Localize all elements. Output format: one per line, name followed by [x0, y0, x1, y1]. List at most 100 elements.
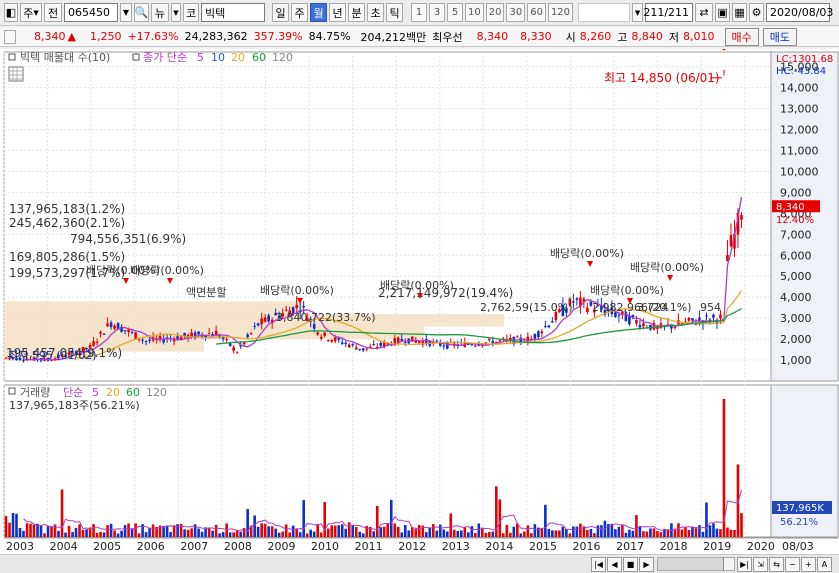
volume-bar	[715, 528, 719, 537]
interval-120[interactable]: 120	[547, 3, 574, 22]
interval-dropdown-icon[interactable]: ▼	[632, 3, 644, 22]
tab-month[interactable]: 월	[310, 3, 327, 22]
zoom-out-icon[interactable]: −	[785, 556, 800, 572]
gear-icon[interactable]: ⚙	[749, 3, 765, 22]
time-axis-label: 2005	[93, 540, 121, 553]
volume-bar	[302, 500, 305, 537]
save-icon[interactable]: ▣	[715, 3, 731, 22]
sell-button[interactable]: 매도	[762, 27, 798, 46]
buy-button[interactable]: 매수	[724, 27, 759, 46]
stock-name-field[interactable]: 빅텍	[201, 3, 265, 22]
interval-3[interactable]: 3	[429, 3, 445, 22]
volume-bar	[95, 532, 99, 537]
volume-bar	[337, 525, 341, 537]
scroll-stop-icon[interactable]: ■	[623, 556, 638, 572]
price-axis-label: 6,000	[780, 249, 812, 262]
interval-30[interactable]: 30	[506, 3, 526, 22]
compare-icon[interactable]: ⇆	[769, 556, 784, 572]
current-price-tag-text: 8,340	[776, 202, 805, 213]
volume-bar	[701, 531, 705, 537]
interval-10[interactable]: 10	[465, 3, 484, 22]
interval-1[interactable]: 1	[411, 3, 427, 22]
candle-body	[221, 337, 225, 340]
volume-bar	[225, 523, 228, 537]
split-marker-label: 액면분할	[186, 286, 226, 299]
candle-body	[323, 332, 327, 336]
tab-second[interactable]: 초	[367, 3, 384, 22]
candle-body	[687, 317, 691, 321]
candle-body	[488, 339, 491, 341]
tab-year[interactable]: 년	[329, 3, 346, 22]
grid-icon[interactable]: ▦	[732, 3, 748, 22]
link-icon[interactable]: ⇄	[695, 3, 714, 22]
turnover-rate: 84.75%	[308, 30, 351, 43]
volume-bar	[81, 529, 85, 537]
profile-label: 794,556,351(6.9%)	[70, 232, 186, 246]
overlay-label: 954	[700, 301, 721, 314]
price-axis-label: 15,000	[780, 61, 819, 74]
menu-button[interactable]: 주 ▼	[20, 3, 42, 22]
interval-20[interactable]: 20	[485, 3, 505, 22]
tab-day[interactable]: 일	[272, 3, 289, 22]
volume-bar	[281, 531, 284, 537]
candle-body	[635, 319, 638, 324]
time-axis-label: 2017	[616, 540, 644, 553]
overlay-label: 3,724	[637, 301, 669, 314]
code-dropdown-icon[interactable]: ▼	[120, 3, 132, 22]
volume-bar	[561, 526, 565, 537]
news-button[interactable]: 뉴	[151, 3, 169, 22]
interval-5[interactable]: 5	[447, 3, 463, 22]
candle-body	[691, 318, 694, 321]
scroll-next-icon[interactable]: ▶	[639, 556, 654, 572]
custom-interval-input[interactable]	[578, 3, 631, 22]
candle-body	[526, 336, 530, 343]
scrollbar-thumb[interactable]	[723, 558, 734, 570]
candle-body	[127, 329, 130, 333]
tab-tick[interactable]: 틱	[386, 3, 403, 22]
volume-bar	[232, 532, 235, 537]
volume-bar	[312, 531, 316, 537]
quote-toggle-icon[interactable]	[4, 29, 16, 44]
zoom-in-icon[interactable]: +	[801, 556, 816, 572]
search-icon[interactable]: 🔍	[134, 3, 149, 22]
date-input[interactable]: 2020/08/03	[766, 3, 833, 22]
volume-bar	[459, 530, 463, 537]
chart-tool-icon[interactable]: ⇲	[753, 556, 768, 572]
panel-icon[interactable]: ◧	[4, 3, 18, 22]
candle-body	[246, 334, 249, 338]
vol-ma60-legend: 60	[126, 386, 140, 399]
time-axis-label: 2019	[703, 540, 731, 553]
scroll-prev-icon[interactable]: ◀	[607, 556, 622, 572]
tab-minute[interactable]: 분	[348, 3, 365, 22]
volume-bar	[102, 532, 106, 537]
scrollbar-track[interactable]	[657, 557, 735, 571]
volume-bar	[484, 532, 488, 537]
news-dropdown-icon[interactable]: ▼	[171, 3, 181, 22]
candle-body	[102, 333, 106, 335]
volume-bar	[575, 526, 579, 537]
stock-code-input[interactable]: 065450	[64, 3, 118, 22]
interval-60[interactable]: 60	[527, 3, 546, 22]
volume-bar	[50, 526, 53, 537]
scroll-first-icon[interactable]: |◀	[591, 556, 606, 572]
candle-body	[372, 344, 376, 346]
candle-body	[253, 325, 256, 327]
data-count-input[interactable]: 211/211	[643, 3, 694, 22]
time-axis-label: 2014	[485, 540, 513, 553]
stock-chart[interactable]: 빅텍 매물대 수(10) 종가 단순 5 10 20 60 120 LC:130…	[0, 49, 839, 554]
prev-button[interactable]: 전	[44, 3, 62, 22]
reset-icon[interactable]: A	[817, 556, 832, 572]
ma60-legend: 60	[252, 51, 266, 64]
volume-bar	[498, 499, 502, 537]
scroll-last-icon[interactable]: ▶|	[737, 556, 752, 572]
price-change: 1,250	[89, 30, 122, 43]
volume-bar	[116, 533, 120, 537]
volume-bar	[67, 525, 71, 537]
volume-bar	[39, 525, 43, 537]
candle-body	[228, 343, 232, 346]
tab-week[interactable]: 주	[291, 3, 308, 22]
candle-body	[547, 325, 551, 328]
volume-legend-title: 거래량	[20, 386, 50, 399]
volume-bar	[218, 533, 221, 537]
price-axis-label: 3,000	[780, 312, 812, 325]
